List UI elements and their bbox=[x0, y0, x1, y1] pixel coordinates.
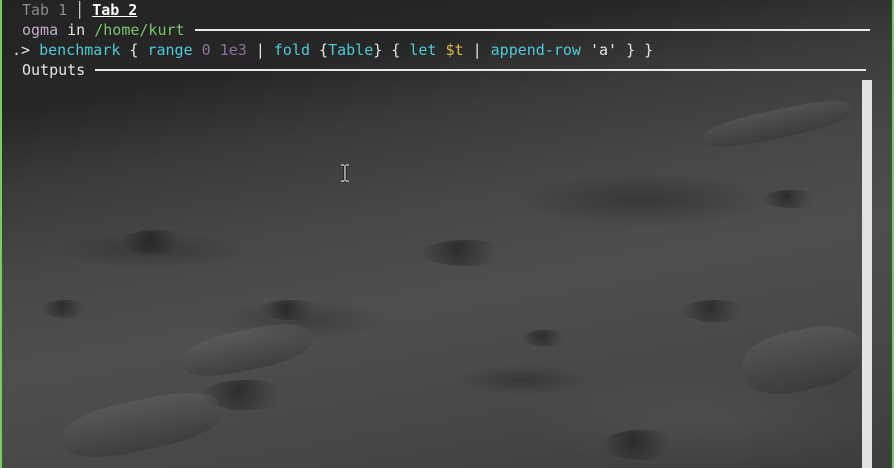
outputs-header: Outputs bbox=[22, 60, 888, 80]
command-token-punct bbox=[436, 41, 445, 59]
crater bbox=[42, 300, 92, 318]
command-token-punct: { bbox=[310, 41, 329, 59]
outputs-label: Outputs bbox=[22, 61, 86, 79]
scrollbar-thumb[interactable] bbox=[862, 80, 872, 468]
command-token-punct: } { bbox=[373, 41, 410, 59]
crater bbox=[762, 190, 822, 208]
command-token-fn: let bbox=[409, 41, 437, 59]
crater bbox=[522, 330, 572, 346]
command-token-var: $t bbox=[445, 41, 464, 59]
prompt-line: ogma in /home/kurt bbox=[22, 20, 888, 40]
output-scrollbar[interactable] bbox=[862, 80, 872, 468]
command-token-fn: benchmark bbox=[39, 41, 121, 59]
prompt-user: ogma bbox=[22, 21, 59, 39]
tab-bar: Tab 1 │ Tab 2 bbox=[22, 0, 888, 20]
prompt-divider bbox=[194, 29, 870, 31]
command-token-punct: | bbox=[246, 41, 274, 59]
command-token-type: Table bbox=[328, 41, 374, 59]
ridge bbox=[700, 94, 854, 154]
ridge bbox=[737, 318, 867, 402]
crater bbox=[422, 240, 512, 266]
command-token-punct: { bbox=[120, 41, 148, 59]
terminal-window: Tab 1 │ Tab 2 ogma in /home/kurt .> benc… bbox=[0, 0, 894, 468]
crater bbox=[602, 430, 682, 460]
text-cursor-ibeam-icon bbox=[341, 164, 349, 182]
command-text: benchmark { range 0 1e3 | fold {Table} {… bbox=[39, 40, 653, 60]
crater bbox=[682, 300, 752, 322]
crater bbox=[262, 300, 322, 320]
command-input[interactable]: .> benchmark { range 0 1e3 | fold {Table… bbox=[12, 40, 888, 60]
ridge bbox=[58, 383, 226, 467]
command-token-punct: | bbox=[463, 41, 491, 59]
command-token-num: 1e3 bbox=[219, 41, 247, 59]
ridge bbox=[179, 316, 315, 384]
prompt-path: /home/kurt bbox=[94, 21, 185, 39]
tab-2[interactable]: Tab 2 bbox=[92, 0, 137, 20]
prompt-in: in bbox=[58, 21, 95, 39]
command-token-fn: fold bbox=[273, 41, 311, 59]
command-token-num: 0 bbox=[201, 41, 211, 59]
tab-separator: │ bbox=[75, 1, 85, 19]
command-token-fn: append-row bbox=[490, 41, 581, 59]
command-token-str: 'a' } } bbox=[580, 41, 654, 59]
outputs-divider bbox=[95, 69, 866, 71]
command-token-punct bbox=[211, 41, 220, 59]
tab-1[interactable]: Tab 1 bbox=[22, 0, 67, 20]
crater bbox=[122, 230, 192, 254]
command-prefix: .> bbox=[12, 41, 40, 59]
command-token-punct bbox=[193, 41, 202, 59]
command-token-fn: range bbox=[147, 41, 193, 59]
